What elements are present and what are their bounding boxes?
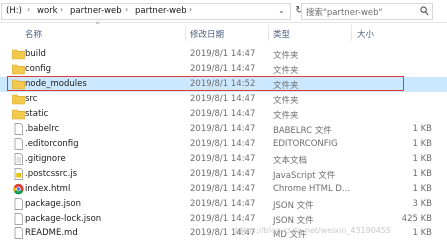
file-icon <box>14 138 23 150</box>
watermark: https://blog.csdn.net/weixin_43190455 <box>235 226 392 235</box>
file-size: 1 KB <box>412 124 432 134</box>
file-type: 文件夹 <box>273 96 299 106</box>
file-type: JSON 文件 <box>273 216 314 226</box>
breadcrumb-separator-icon[interactable]: › <box>60 5 63 14</box>
folder-icon <box>12 109 25 120</box>
text-file-icon <box>14 153 23 165</box>
file-date: 2019/8/1 14:47 <box>190 94 256 104</box>
column-type[interactable]: 类型 <box>273 28 290 40</box>
file-size: 1 KB <box>412 169 432 179</box>
file-name: .postcssrc.js <box>25 169 78 179</box>
breadcrumb-partner-web-current[interactable]: partner-web <box>135 6 187 16</box>
file-type: JavaScript 文件 <box>273 171 336 181</box>
file-name: index.html <box>25 184 71 194</box>
file-name: src <box>25 94 38 104</box>
list-item[interactable]: .editorconfig 2019/8/1 14:47 EDITORCONFI… <box>0 137 447 152</box>
list-item[interactable]: src 2019/8/1 14:47 文件夹 <box>0 92 447 107</box>
breadcrumb-separator-icon[interactable]: › <box>189 5 192 14</box>
column-name[interactable]: 名称 <box>25 28 42 40</box>
list-item[interactable]: index.html 2019/8/1 14:47 Chrome HTML D.… <box>0 182 447 197</box>
file-name: .babelrc <box>25 124 60 134</box>
file-icon <box>14 198 23 210</box>
file-date: 2019/8/1 14:47 <box>190 184 256 194</box>
search-box[interactable]: 搜索"partner-web" <box>301 3 433 20</box>
file-size: 1 KB <box>412 228 432 238</box>
file-size: 1 KB <box>412 139 432 149</box>
folder-icon <box>12 64 25 75</box>
file-size: 3 KB <box>412 199 432 209</box>
search-input[interactable]: 搜索"partner-web" <box>306 6 382 18</box>
file-icon <box>14 213 23 225</box>
js-file-icon <box>14 168 23 180</box>
file-name: config <box>25 64 52 74</box>
breadcrumb-drive[interactable]: (H:) <box>6 6 22 16</box>
folder-icon <box>12 49 25 60</box>
chrome-html-icon <box>13 183 24 195</box>
file-type: 文本文档 <box>273 156 308 166</box>
file-name: README.md <box>25 228 78 238</box>
file-type: BABELRC 文件 <box>273 126 332 136</box>
address-bar[interactable]: (H:) › work › partner-web › partner-web … <box>1 3 291 20</box>
search-icon[interactable] <box>420 6 429 16</box>
file-date: 2019/8/1 14:47 <box>190 139 256 149</box>
list-item[interactable]: .postcssrc.js 2019/8/1 14:47 JavaScript … <box>0 167 447 182</box>
column-divider[interactable] <box>185 25 186 41</box>
folder-icon <box>12 94 25 105</box>
file-date: 2019/8/1 14:47 <box>190 154 256 164</box>
column-divider[interactable] <box>351 25 352 41</box>
file-date: 2019/8/1 14:47 <box>190 64 256 74</box>
list-item[interactable]: package.json 2019/8/1 14:47 JSON 文件 3 KB <box>0 197 447 212</box>
file-date: 2019/8/1 14:47 <box>190 214 256 224</box>
file-name: package.json <box>25 199 81 209</box>
file-type: 文件夹 <box>273 111 299 121</box>
list-item[interactable]: static 2019/8/1 14:47 文件夹 <box>0 107 447 122</box>
column-size[interactable]: 大小 <box>357 28 374 40</box>
file-date: 2019/8/1 14:47 <box>190 169 256 179</box>
breadcrumb-work[interactable]: work <box>37 6 58 16</box>
highlight-outline <box>7 76 404 91</box>
file-icon <box>14 123 23 135</box>
list-item[interactable]: package-lock.json 2019/8/1 14:47 JSON 文件… <box>0 212 447 227</box>
breadcrumb-separator-icon[interactable]: › <box>125 5 128 14</box>
list-item[interactable]: .babelrc 2019/8/1 14:47 BABELRC 文件 1 KB <box>0 122 447 137</box>
address-dropdown-icon[interactable]: ⌄ <box>278 6 285 15</box>
file-size: 1 KB <box>412 184 432 194</box>
column-date-modified[interactable]: 修改日期 <box>190 28 224 40</box>
file-date: 2019/8/1 14:47 <box>190 124 256 134</box>
list-item[interactable]: config 2019/8/1 14:47 文件夹 <box>0 62 447 77</box>
file-name: .editorconfig <box>25 139 79 149</box>
file-date: 2019/8/1 14:47 <box>190 49 256 59</box>
file-size: 1 KB <box>412 154 432 164</box>
file-date: 2019/8/1 14:47 <box>190 199 256 209</box>
file-type: 文件夹 <box>273 51 299 61</box>
file-name: build <box>25 49 46 59</box>
column-divider[interactable] <box>268 25 269 41</box>
file-size: 425 KB <box>401 214 432 224</box>
address-toolbar: (H:) › work › partner-web › partner-web … <box>0 0 447 23</box>
file-name: static <box>25 109 49 119</box>
sort-caret-icon: ^ <box>95 22 101 29</box>
file-icon <box>14 227 23 239</box>
file-date: 2019/8/1 14:47 <box>190 109 256 119</box>
column-header: 名称 修改日期 类型 大小 <box>0 23 447 42</box>
breadcrumb-separator-icon[interactable]: › <box>27 5 30 14</box>
file-name: package-lock.json <box>25 214 102 224</box>
file-type: 文件夹 <box>273 66 299 76</box>
file-name: .gitignore <box>25 154 66 164</box>
list-item[interactable]: build 2019/8/1 14:47 文件夹 <box>0 47 447 62</box>
file-type: Chrome HTML D... <box>273 184 351 194</box>
breadcrumb-partner-web[interactable]: partner-web <box>70 6 122 16</box>
file-type: EDITORCONFIG <box>273 139 338 149</box>
list-item[interactable]: .gitignore 2019/8/1 14:47 文本文档 1 KB <box>0 152 447 167</box>
file-type: JSON 文件 <box>273 201 314 211</box>
